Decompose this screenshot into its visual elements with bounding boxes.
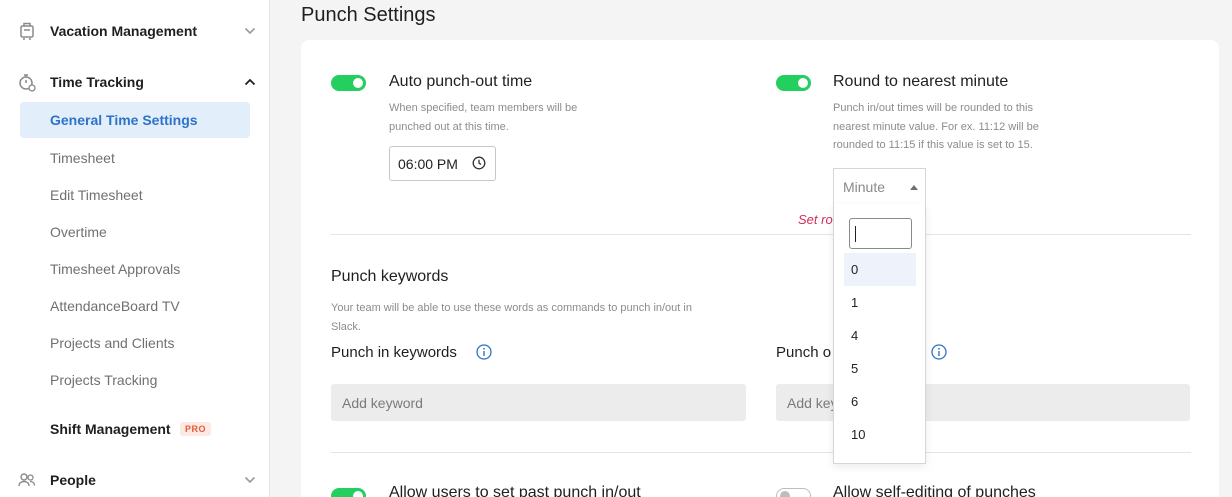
- divider: [331, 452, 1191, 453]
- past-punch-toggle[interactable]: [331, 488, 366, 497]
- dropdown-option[interactable]: 0: [844, 253, 916, 286]
- pro-badge: PRO: [180, 422, 212, 436]
- desc-line: When specified, team members will be: [389, 102, 578, 114]
- chevron-down-icon: [243, 473, 257, 487]
- info-icon[interactable]: [476, 344, 492, 360]
- sidebar-item-edit-timesheet[interactable]: Edit Timesheet: [20, 177, 250, 213]
- sidebar-section-people[interactable]: People: [0, 462, 270, 497]
- page-title: Punch Settings: [301, 4, 436, 26]
- time-value: 06:00 PM: [398, 155, 458, 172]
- auto-punch-out-time-input[interactable]: 06:00 PM: [389, 146, 496, 181]
- minute-select-placeholder: Minute: [843, 178, 886, 195]
- punch-in-keywords-label: Punch in keywords: [331, 344, 457, 361]
- punch-out-keywords-label: Punch o: [776, 344, 832, 361]
- sidebar-item-projects-and-clients[interactable]: Projects and Clients: [20, 325, 250, 361]
- minute-dropdown: 0 1 4 5 6 10: [833, 204, 926, 464]
- past-punch-title: Allow users to set past punch in/out: [389, 484, 641, 497]
- sidebar-section-label: Shift Management: [50, 421, 171, 437]
- auto-punch-out-title: Auto punch-out time: [389, 73, 533, 90]
- caret-up-icon: [910, 185, 918, 190]
- info-icon[interactable]: [931, 344, 947, 360]
- sidebar-section-shift-management[interactable]: Shift Management PRO: [0, 411, 270, 447]
- auto-punch-out-toggle[interactable]: [331, 75, 366, 91]
- divider: [331, 234, 1191, 235]
- sidebar-item-general-time-settings[interactable]: General Time Settings: [20, 102, 250, 138]
- sidebar-item-timesheet[interactable]: Timesheet: [20, 140, 250, 176]
- desc-line: Slack.: [331, 320, 361, 333]
- dropdown-option[interactable]: 4: [844, 319, 916, 352]
- punch-in-keyword-input[interactable]: [331, 384, 746, 421]
- chevron-up-icon: [243, 75, 257, 89]
- sidebar-item-projects-tracking[interactable]: Projects Tracking: [20, 362, 250, 398]
- desc-line: rounded to 11:15 if this value is set to…: [833, 139, 1033, 151]
- desc-line: nearest minute value. For ex. 11:12 will…: [833, 120, 1039, 133]
- round-minute-title: Round to nearest minute: [833, 73, 1009, 90]
- punch-keywords-description: Your team will be able to use these word…: [331, 299, 761, 336]
- dropdown-option[interactable]: 5: [844, 352, 916, 385]
- dropdown-option[interactable]: 1: [844, 286, 916, 319]
- sidebar: Vacation Management Time Tracking Genera…: [0, 0, 270, 497]
- sidebar-item-timesheet-approvals[interactable]: Timesheet Approvals: [20, 251, 250, 287]
- sidebar-item-overtime[interactable]: Overtime: [20, 214, 250, 250]
- luggage-icon: [18, 21, 36, 41]
- sidebar-section-label: Vacation Management: [50, 23, 198, 39]
- people-icon: [18, 470, 36, 490]
- desc-line: punched out at this time.: [389, 120, 509, 133]
- round-minute-toggle[interactable]: [776, 75, 811, 91]
- self-edit-title: Allow self-editing of punches: [833, 484, 1036, 497]
- stopwatch-icon: [18, 72, 36, 92]
- sidebar-item-attendanceboard-tv[interactable]: AttendanceBoard TV: [20, 288, 250, 324]
- punch-keywords-title: Punch keywords: [331, 268, 449, 285]
- desc-line: Your team will be able to use these word…: [331, 302, 692, 314]
- round-minute-description: Punch in/out times will be rounded to th…: [833, 99, 1039, 155]
- chevron-down-icon: [243, 24, 257, 38]
- self-edit-toggle[interactable]: [776, 488, 811, 497]
- sidebar-section-vacation-management[interactable]: Vacation Management: [0, 13, 270, 49]
- auto-punch-out-description: When specified, team members will be pun…: [389, 99, 577, 136]
- clock-icon[interactable]: [472, 156, 486, 170]
- dropdown-option[interactable]: 10: [844, 418, 916, 451]
- dropdown-search-input[interactable]: [849, 218, 912, 249]
- sidebar-section-time-tracking[interactable]: Time Tracking: [0, 64, 270, 100]
- error-text-left: Set ro: [798, 212, 833, 227]
- sidebar-section-label: People: [50, 472, 96, 488]
- minute-select[interactable]: Minute: [833, 168, 926, 204]
- desc-line: Punch in/out times will be rounded to th…: [833, 102, 1033, 114]
- sidebar-section-label: Time Tracking: [50, 74, 144, 90]
- dropdown-option[interactable]: 6: [844, 385, 916, 418]
